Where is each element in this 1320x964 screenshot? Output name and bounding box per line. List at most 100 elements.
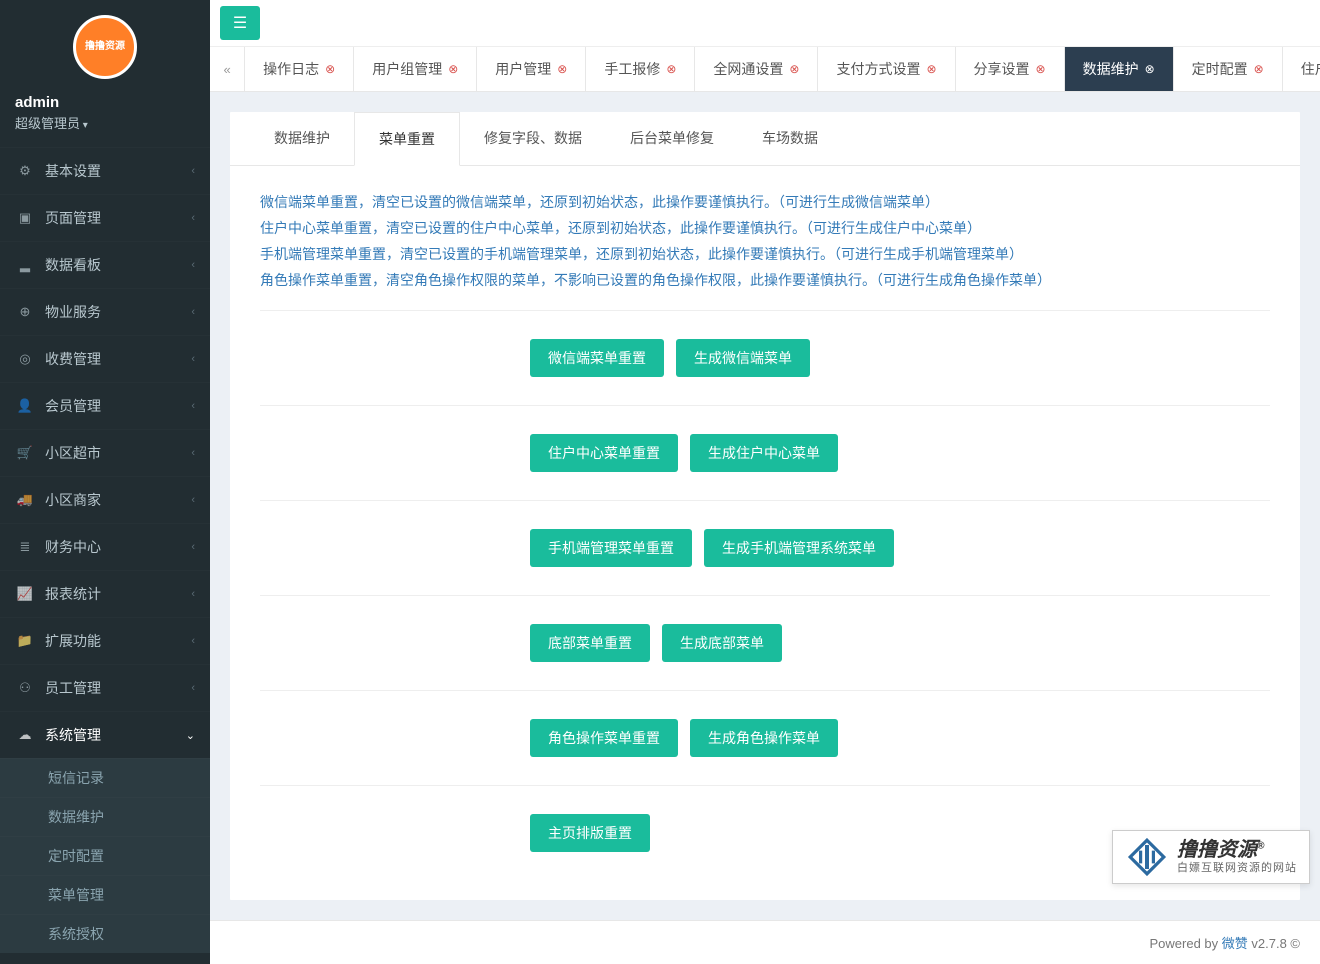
sidebar-item-12[interactable]: ☁系统管理⌄ [0,712,210,758]
sidebar-item-0[interactable]: ⚙基本设置‹ [0,148,210,194]
user-panel: admin 超级管理员 [0,94,210,147]
button-row: 手机端管理菜单重置生成手机端管理系统菜单 [260,500,1270,595]
action-button-0-0[interactable]: 微信端菜单重置 [530,339,664,377]
sidebar-subitem-0[interactable]: 短信记录 [0,759,210,797]
sidebar-subitem-4[interactable]: 系统授权 [0,915,210,953]
action-button-3-1[interactable]: 生成底部菜单 [662,624,782,662]
chevron-left-icon: ‹ [191,447,195,459]
close-icon[interactable]: ⊗ [557,62,567,76]
button-row: 底部菜单重置生成底部菜单 [260,595,1270,690]
subtab-1[interactable]: 菜单重置 [354,112,460,166]
close-icon[interactable]: ⊗ [325,62,335,76]
close-icon[interactable]: ⊗ [1036,62,1046,76]
tab-label: 用户管理 [495,59,551,79]
button-row: 微信端菜单重置生成微信端菜单 [260,310,1270,405]
sidebar-item-6[interactable]: 🛒小区超市‹ [0,430,210,476]
close-icon[interactable]: ⊗ [926,62,936,76]
sidebar-subitem-1[interactable]: 数据维护 [0,798,210,836]
action-button-1-1[interactable]: 生成住户中心菜单 [690,434,838,472]
chevron-left-icon: ‹ [191,588,195,600]
topbar: ☰ [210,0,1320,47]
tab-5[interactable]: 支付方式设置 ⊗ [818,47,955,91]
watermark-logo-icon [1125,837,1169,877]
sidebar-item-label: 会员管理 [45,396,101,416]
chevron-left-icon: ‹ [191,635,195,647]
action-button-4-1[interactable]: 生成角色操作菜单 [690,719,838,757]
sidebar-item-9[interactable]: 📈报表统计‹ [0,571,210,617]
footer-link[interactable]: 微赞 [1222,936,1248,951]
sidebar-item-8[interactable]: ≣财务中心‹ [0,524,210,570]
sidebar-subitem-2[interactable]: 定时配置 [0,837,210,875]
chevron-left-icon: ‹ [191,306,195,318]
subtab-0[interactable]: 数据维护 [250,112,354,165]
close-icon[interactable]: ⊗ [666,62,676,76]
sidebar-item-1[interactable]: ▣页面管理‹ [0,195,210,241]
main: ☰ « 操作日志⊗用户组管理⊗用户管理⊗手工报修⊗全网通设置⊗支付方式设置⊗分享… [210,0,1320,964]
sidebar-item-label: 报表统计 [45,584,101,604]
action-button-2-1[interactable]: 生成手机端管理系统菜单 [704,529,894,567]
sidebar-item-label: 页面管理 [45,208,101,228]
action-button-0-1[interactable]: 生成微信端菜单 [676,339,810,377]
subtab-2[interactable]: 修复字段、数据 [460,112,606,165]
close-icon[interactable]: ⊗ [448,62,458,76]
watermark-title: 撸撸资源® [1177,838,1297,862]
sidebar-item-label: 数据看板 [45,255,101,275]
sidebar-item-label: 基本设置 [45,161,101,181]
chevron-down-icon: ⌄ [186,729,195,742]
tab-label: 数据维护 [1083,59,1139,79]
tab-0[interactable]: 操作日志⊗ [245,47,354,91]
close-icon[interactable]: ⊗ [1254,62,1264,76]
action-button-4-0[interactable]: 角色操作菜单重置 [530,719,678,757]
tab-label: 支付方式设置 [836,59,920,79]
tab-2[interactable]: 用户管理 ⊗ [477,47,586,91]
tab-1[interactable]: 用户组管理⊗ [354,47,477,91]
sidebar-item-7[interactable]: 🚚小区商家‹ [0,477,210,523]
tab-3[interactable]: 手工报修⊗ [586,47,695,91]
info-link-2[interactable]: 手机端管理菜单重置，清空已设置的手机端管理菜单，还原到初始状态，此操作要谨慎执行… [260,246,1023,262]
toggle-sidebar-button[interactable]: ☰ [220,6,260,40]
footer-version: v2.7.8 © [1248,936,1300,951]
close-icon[interactable]: ⊗ [789,62,799,76]
sidebar-item-4[interactable]: ◎收费管理‹ [0,336,210,382]
sidebar: 撸撸资源 admin 超级管理员 ⚙基本设置‹▣页面管理‹▂数据看板‹⊕物业服务… [0,0,210,964]
menu-icon: 📁 [15,633,35,649]
info-link-1[interactable]: 住户中心菜单重置，清空已设置的住户中心菜单，还原到初始状态，此操作要谨慎执行。（… [260,220,981,236]
info-link-0[interactable]: 微信端菜单重置，清空已设置的微信端菜单，还原到初始状态，此操作要谨慎执行。（可进… [260,194,939,210]
user-role-dropdown[interactable]: 超级管理员 [15,113,195,132]
sidebar-item-5[interactable]: 👤会员管理‹ [0,383,210,429]
sidebar-item-label: 小区商家 [45,490,101,510]
action-button-5-0[interactable]: 主页排版重置 [530,814,650,852]
footer-prefix: Powered by [1150,936,1222,951]
tab-scroll-left-button[interactable]: « [210,47,245,91]
panel: 数据维护菜单重置修复字段、数据后台菜单修复车场数据 微信端菜单重置，清空已设置的… [230,112,1300,900]
info-line: 住户中心菜单重置，清空已设置的住户中心菜单，还原到初始状态，此操作要谨慎执行。（… [260,218,1270,238]
button-row: 住户中心菜单重置生成住户中心菜单 [260,405,1270,500]
close-icon[interactable]: ⊗ [1145,62,1155,76]
sidebar-item-11[interactable]: ⚇员工管理‹ [0,665,210,711]
info-link-3[interactable]: 角色操作菜单重置，清空角色操作权限的菜单，不影响已设置的角色操作权限，此操作要谨… [260,272,1051,288]
sidebar-submenu: 短信记录数据维护定时配置菜单管理系统授权 [0,758,210,953]
action-button-2-0[interactable]: 手机端管理菜单重置 [530,529,692,567]
tab-9[interactable]: 住户管理⊗ [1283,47,1320,91]
tab-6[interactable]: 分享设置⊗ [956,47,1065,91]
action-button-1-0[interactable]: 住户中心菜单重置 [530,434,678,472]
chevron-left-icon: ‹ [191,259,195,271]
sidebar-item-3[interactable]: ⊕物业服务‹ [0,289,210,335]
subtab-4[interactable]: 车场数据 [738,112,842,165]
sidebar-item-10[interactable]: 📁 扩展功能 ‹ [0,618,210,664]
info-line: 角色操作菜单重置，清空角色操作权限的菜单，不影响已设置的角色操作权限，此操作要谨… [260,270,1270,290]
tab-7[interactable]: 数据维护 ⊗ [1065,47,1174,91]
subtab-3[interactable]: 后台菜单修复 [606,112,738,165]
chevron-left-icon: ‹ [191,165,195,177]
panel-body: 微信端菜单重置，清空已设置的微信端菜单，还原到初始状态，此操作要谨慎执行。（可进… [230,166,1300,900]
tab-4[interactable]: 全网通设置⊗ [695,47,818,91]
sidebar-item-label: 扩展功能 [45,631,101,651]
subtabs: 数据维护菜单重置修复字段、数据后台菜单修复车场数据 [230,112,1300,166]
menu-icon: 🛒 [15,445,35,461]
sidebar-subitem-3[interactable]: 菜单管理 [0,876,210,914]
action-button-3-0[interactable]: 底部菜单重置 [530,624,650,662]
chevron-left-icon: ‹ [191,541,195,553]
menu-icon: ▣ [15,210,35,226]
tab-8[interactable]: 定时配置⊗ [1174,47,1283,91]
sidebar-item-2[interactable]: ▂数据看板‹ [0,242,210,288]
